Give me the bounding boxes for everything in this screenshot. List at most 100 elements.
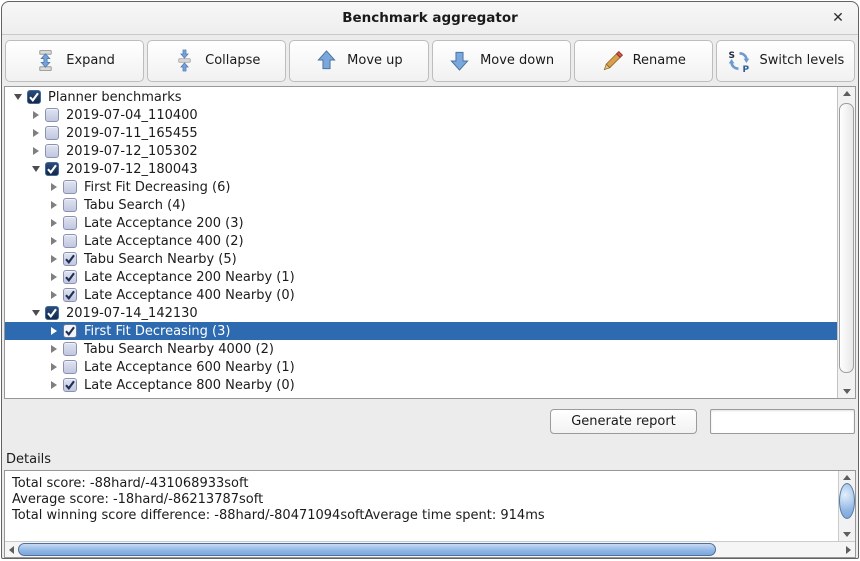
- checkbox[interactable]: [63, 198, 77, 212]
- details-label: Details: [6, 452, 51, 467]
- move-down-icon: [448, 49, 471, 72]
- scroll-left-arrow-icon[interactable]: [5, 542, 18, 557]
- details-vertical-scrollbar[interactable]: [838, 471, 855, 541]
- report-name-field[interactable]: [710, 409, 855, 434]
- expand-toggle-icon[interactable]: [47, 376, 61, 394]
- tree-item-label: Late Acceptance 600 Nearby (1): [82, 360, 295, 375]
- collapse-button-label: Collapse: [205, 53, 260, 68]
- expand-toggle-icon[interactable]: [47, 340, 61, 358]
- checkbox[interactable]: [45, 126, 59, 140]
- window-title: Benchmark aggregator: [342, 10, 518, 26]
- svg-text:P: P: [742, 65, 749, 73]
- tree-row[interactable]: Late Acceptance 400 (2): [5, 232, 837, 250]
- tree-row[interactable]: Tabu Search Nearby (5): [5, 250, 837, 268]
- details-horizontal-scrollbar[interactable]: [5, 541, 855, 557]
- checkbox[interactable]: [27, 90, 41, 104]
- scroll-right-arrow-icon[interactable]: [842, 542, 855, 557]
- checkbox[interactable]: [63, 288, 77, 302]
- move-down-button[interactable]: Move down: [432, 40, 571, 82]
- checkbox[interactable]: [63, 324, 77, 338]
- tree-item-label: First Fit Decreasing (3): [82, 324, 230, 339]
- expand-button-label: Expand: [66, 53, 115, 68]
- tree-row[interactable]: 2019-07-11_165455: [5, 124, 837, 142]
- checkmark-icon: [46, 163, 58, 175]
- scroll-down-arrow-icon[interactable]: [839, 528, 855, 541]
- expand-toggle-icon[interactable]: [47, 214, 61, 232]
- checkmark-icon: [64, 325, 76, 337]
- tree-row[interactable]: Tabu Search (4): [5, 196, 837, 214]
- rename-button[interactable]: Rename: [574, 40, 713, 82]
- tree-row[interactable]: Late Acceptance 600 Nearby (1): [5, 358, 837, 376]
- tree-row[interactable]: Tabu Search Nearby 4000 (2): [5, 340, 837, 358]
- expand-toggle-icon[interactable]: [47, 178, 61, 196]
- tree-item-label: 2019-07-04_110400: [64, 108, 198, 123]
- checkbox[interactable]: [63, 270, 77, 284]
- expand-toggle-icon[interactable]: [47, 232, 61, 250]
- tree-item-label: 2019-07-12_180043: [64, 162, 198, 177]
- switch-levels-icon: S P: [727, 49, 751, 73]
- expand-toggle-icon[interactable]: [29, 142, 43, 160]
- checkbox[interactable]: [45, 108, 59, 122]
- expand-toggle-icon[interactable]: [47, 268, 61, 286]
- checkbox[interactable]: [63, 234, 77, 248]
- tree-item-label: Late Acceptance 800 Nearby (0): [82, 378, 295, 393]
- tree-row[interactable]: Planner benchmarks: [5, 88, 837, 106]
- checkbox[interactable]: [45, 144, 59, 158]
- expand-button[interactable]: Expand: [5, 40, 144, 82]
- expand-toggle-icon[interactable]: [47, 286, 61, 304]
- scroll-up-arrow-icon[interactable]: [838, 87, 855, 100]
- collapse-button[interactable]: Collapse: [147, 40, 286, 82]
- expand-toggle-icon[interactable]: [29, 106, 43, 124]
- benchmark-tree: Planner benchmarks2019-07-04_1104002019-…: [5, 88, 837, 394]
- tree-item-label: Late Acceptance 400 (2): [82, 234, 244, 249]
- expand-toggle-icon[interactable]: [47, 196, 61, 214]
- expand-toggle-icon[interactable]: [29, 124, 43, 142]
- collapse-icon: [173, 49, 196, 72]
- tree-item-label: Late Acceptance 200 Nearby (1): [82, 270, 295, 285]
- details-line-average-score: Average score: -18hard/-86213787soft: [12, 492, 831, 508]
- checkbox[interactable]: [63, 360, 77, 374]
- checkbox[interactable]: [63, 180, 77, 194]
- tree-item-label: Late Acceptance 200 (3): [82, 216, 244, 231]
- expand-icon: [34, 49, 57, 72]
- move-up-button[interactable]: Move up: [289, 40, 428, 82]
- tree-row[interactable]: Late Acceptance 200 Nearby (1): [5, 268, 837, 286]
- details-vscrollbar-thumb[interactable]: [839, 483, 855, 519]
- tree-row[interactable]: 2019-07-04_110400: [5, 106, 837, 124]
- tree-row[interactable]: First Fit Decreasing (3): [5, 322, 837, 340]
- checkbox[interactable]: [63, 216, 77, 230]
- expand-toggle-icon[interactable]: [47, 250, 61, 268]
- generate-report-button[interactable]: Generate report: [550, 409, 697, 434]
- expand-toggle-icon[interactable]: [47, 358, 61, 376]
- tree-scrollbar-thumb[interactable]: [839, 103, 854, 373]
- checkbox[interactable]: [63, 378, 77, 392]
- checkbox[interactable]: [45, 162, 59, 176]
- tree-row[interactable]: 2019-07-14_142130: [5, 304, 837, 322]
- checkbox[interactable]: [63, 252, 77, 266]
- details-hscrollbar-thumb[interactable]: [18, 543, 716, 556]
- tree-item-label: Late Acceptance 400 Nearby (0): [82, 288, 295, 303]
- collapse-toggle-icon[interactable]: [11, 88, 25, 106]
- collapse-toggle-icon[interactable]: [29, 160, 43, 178]
- collapse-toggle-icon[interactable]: [29, 304, 43, 322]
- expand-toggle-icon[interactable]: [47, 322, 61, 340]
- tree-row[interactable]: Late Acceptance 800 Nearby (0): [5, 376, 837, 394]
- switch-levels-button[interactable]: S P Switch levels: [716, 40, 855, 82]
- details-line-total-score: Total score: -88hard/-431068933soft: [12, 476, 831, 492]
- close-button[interactable]: ✕: [827, 7, 849, 29]
- checkmark-icon: [46, 307, 58, 319]
- checkbox[interactable]: [45, 306, 59, 320]
- tree-vertical-scrollbar[interactable]: [837, 87, 855, 398]
- checkmark-icon: [64, 271, 76, 283]
- tree-row[interactable]: 2019-07-12_105302: [5, 142, 837, 160]
- checkbox[interactable]: [63, 342, 77, 356]
- details-text-area[interactable]: Total score: -88hard/-431068933soft Aver…: [5, 471, 838, 541]
- tree-row[interactable]: Late Acceptance 200 (3): [5, 214, 837, 232]
- tree-row[interactable]: First Fit Decreasing (6): [5, 178, 837, 196]
- scroll-down-arrow-icon[interactable]: [838, 385, 855, 398]
- tree-row[interactable]: Late Acceptance 400 Nearby (0): [5, 286, 837, 304]
- tree-row[interactable]: 2019-07-12_180043: [5, 160, 837, 178]
- checkmark-icon: [64, 379, 76, 391]
- close-icon: ✕: [832, 10, 844, 26]
- rename-icon: [601, 49, 624, 72]
